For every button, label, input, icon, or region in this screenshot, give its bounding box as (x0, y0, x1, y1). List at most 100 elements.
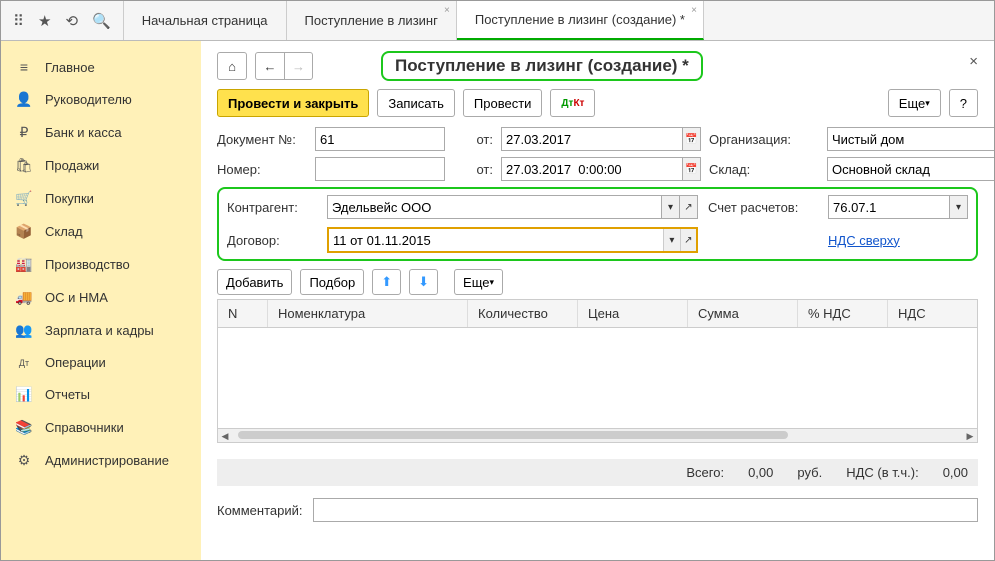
dogovor-field: ▾↗ (327, 227, 698, 253)
move-up-button[interactable]: ⬆ (372, 269, 401, 295)
th-sum[interactable]: Сумма (688, 300, 798, 327)
close-icon[interactable]: × (969, 53, 978, 70)
items-table: N Номенклатура Количество Цена Сумма % Н… (217, 299, 978, 443)
nds-label: НДС (в т.ч.): (846, 465, 919, 480)
doc-no-label: Документ №: (217, 132, 307, 147)
chevron-down-icon: ▾ (490, 277, 495, 288)
help-button[interactable]: ? (949, 89, 978, 117)
tab-label: Начальная страница (142, 13, 268, 28)
move-down-button[interactable]: ⬇ (409, 269, 438, 295)
sidebar-item-label: Банк и касса (45, 125, 122, 140)
close-icon[interactable]: × (691, 5, 697, 16)
sidebar-item-admin[interactable]: ⚙ Администрирование (1, 444, 201, 477)
home-button[interactable]: ⌂ (217, 52, 247, 80)
nds-link[interactable]: НДС сверху (828, 233, 968, 248)
sidebar-item-reports[interactable]: 📊Отчеты (1, 378, 201, 411)
submit-button[interactable]: Провести и закрыть (217, 89, 369, 117)
tab-home[interactable]: Начальная страница (124, 1, 287, 40)
dtkt-icon: Дт (15, 358, 33, 368)
tab-label: Поступление в лизинг (создание) * (475, 12, 685, 27)
sidebar-item-label: Главное (45, 60, 95, 75)
sidebar-item-production[interactable]: 🏭Производство (1, 248, 201, 281)
history-icon[interactable]: ⟲ (65, 12, 78, 30)
chevron-down-icon[interactable]: ▾ (662, 195, 680, 219)
sidebar-item-label: Справочники (45, 420, 124, 435)
date1-input[interactable] (501, 127, 683, 151)
person-icon: 👤 (15, 91, 33, 108)
post-button[interactable]: Провести (463, 89, 543, 117)
sklad-label: Склад: (709, 162, 819, 177)
table-body[interactable] (218, 328, 977, 428)
sidebar-item-label: Операции (45, 355, 106, 370)
dogovor-input[interactable] (329, 229, 663, 251)
pick-button[interactable]: Подбор (300, 269, 364, 295)
th-price[interactable]: Цена (578, 300, 688, 327)
open-icon[interactable]: ↗ (680, 195, 698, 219)
back-button[interactable]: ← (256, 53, 284, 79)
totals-bar: Всего: 0,00 руб. НДС (в т.ч.): 0,00 (217, 459, 978, 486)
search-icon[interactable]: 🔍 (92, 12, 111, 30)
sidebar-item-warehouse[interactable]: 📦Склад (1, 215, 201, 248)
sidebar-item-sales[interactable]: 🛍Продажи (1, 149, 201, 182)
more-button[interactable]: Еще ▾ (888, 89, 941, 117)
ruble-icon: ₽ (15, 124, 33, 141)
sidebar-item-purchases[interactable]: 🛒Покупки (1, 182, 201, 215)
star-icon[interactable]: ★ (38, 12, 51, 30)
topbar-icons: ⠿ ★ ⟲ 🔍 (1, 1, 124, 40)
dtkt-button[interactable]: ДтКт (550, 89, 595, 117)
table-more-button[interactable]: Еще ▾ (454, 269, 503, 295)
gear-icon: ⚙ (15, 452, 33, 469)
add-button[interactable]: Добавить (217, 269, 292, 295)
h-scrollbar[interactable]: ◀ ▶ (218, 428, 977, 442)
open-icon[interactable]: ↗ (680, 229, 696, 251)
save-button[interactable]: Записать (377, 89, 455, 117)
date2-input[interactable] (501, 157, 683, 181)
sidebar-item-label: Администрирование (45, 453, 169, 468)
scroll-left-icon[interactable]: ◀ (218, 429, 232, 443)
sidebar-item-assets[interactable]: 🚚ОС и НМА (1, 281, 201, 314)
sidebar-item-label: Производство (45, 257, 130, 272)
org-label: Организация: (709, 132, 819, 147)
calendar-icon[interactable]: 📅 (683, 127, 701, 151)
sidebar-item-payroll[interactable]: 👥Зарплата и кадры (1, 314, 201, 347)
scroll-right-icon[interactable]: ▶ (963, 429, 977, 443)
th-qty[interactable]: Количество (468, 300, 578, 327)
th-ndspct[interactable]: % НДС (798, 300, 888, 327)
tab-leasing[interactable]: Поступление в лизинг × (287, 1, 457, 40)
date2-field: 📅 (501, 157, 701, 181)
sidebar-item-ops[interactable]: Дт Операции (1, 347, 201, 378)
truck-icon: 🚚 (15, 289, 33, 306)
nds-value: 0,00 (943, 465, 968, 480)
sidebar-item-label: Руководителю (45, 92, 132, 107)
sklad-field: ▾↗ (827, 157, 994, 181)
chevron-down-icon[interactable]: ▾ (663, 229, 679, 251)
table-header: N Номенклатура Количество Цена Сумма % Н… (218, 300, 977, 328)
sidebar-item-main[interactable]: ≡Главное (1, 51, 201, 83)
topbar: ⠿ ★ ⟲ 🔍 Начальная страница Поступление в… (1, 1, 994, 41)
sidebar-item-bank[interactable]: ₽ Банк и касса (1, 116, 201, 149)
num-input[interactable] (315, 157, 445, 181)
sklad-input[interactable] (827, 157, 994, 181)
account-field: ▾ (828, 195, 968, 219)
org-input[interactable] (827, 127, 994, 151)
forward-button[interactable]: → (284, 53, 312, 79)
close-icon[interactable]: × (444, 5, 450, 16)
account-input[interactable] (828, 195, 950, 219)
content: × ⌂ ← → Поступление в лизинг (создание) … (201, 41, 994, 560)
calendar-icon[interactable]: 📅 (683, 157, 701, 181)
sidebar-item-manager[interactable]: 👤 Руководителю (1, 83, 201, 116)
chevron-down-icon[interactable]: ▾ (950, 195, 968, 219)
kontragent-input[interactable] (327, 195, 662, 219)
th-nds[interactable]: НДС (888, 300, 977, 327)
sidebar-item-label: Склад (45, 224, 83, 239)
apps-icon[interactable]: ⠿ (13, 12, 24, 30)
sidebar-item-label: Продажи (45, 158, 99, 173)
th-nomenclature[interactable]: Номенклатура (268, 300, 468, 327)
comment-input[interactable] (313, 498, 979, 522)
scroll-thumb[interactable] (238, 431, 788, 439)
org-field: ▾↗ (827, 127, 994, 151)
tab-leasing-create[interactable]: Поступление в лизинг (создание) * × (457, 1, 704, 40)
doc-no-input[interactable] (315, 127, 445, 151)
sidebar-item-directories[interactable]: 📚Справочники (1, 411, 201, 444)
th-n[interactable]: N (218, 300, 268, 327)
